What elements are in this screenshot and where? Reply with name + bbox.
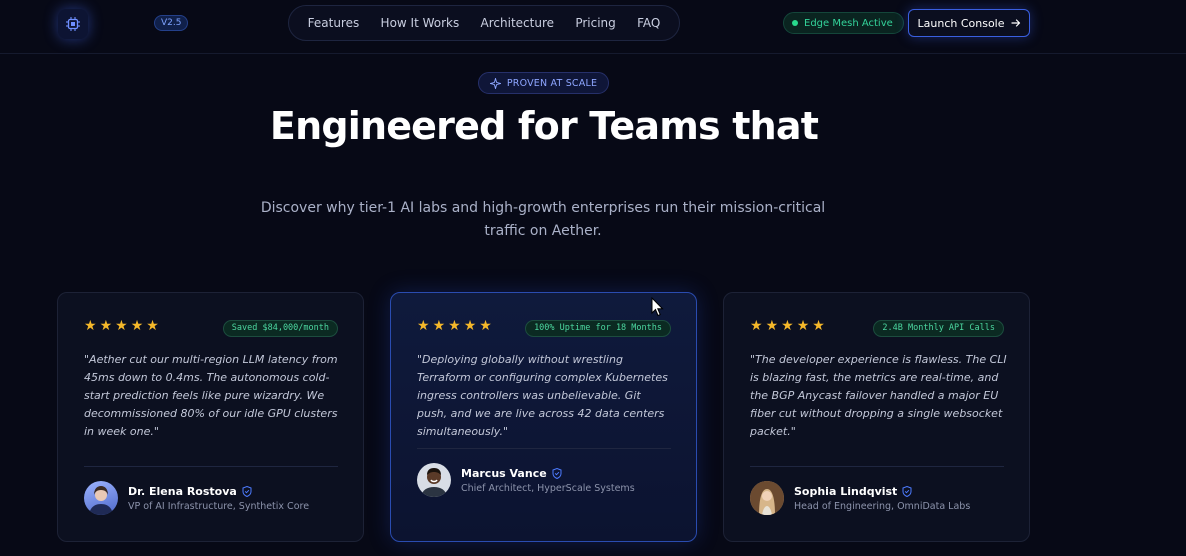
proven-at-scale-pill: PROVEN AT SCALE	[478, 72, 609, 94]
testimonial-card: ★ ★ ★ ★ ★ 2.4B Monthly API Calls "The de…	[723, 292, 1030, 542]
star-rating: ★ ★ ★ ★ ★	[750, 319, 825, 333]
author-role: Head of Engineering, OmniData Labs	[794, 500, 971, 512]
chip-logo-icon[interactable]	[58, 9, 88, 39]
testimonial-card: ★ ★ ★ ★ ★ Saved $84,000/month "Aether cu…	[57, 292, 364, 542]
edge-status-badge: Edge Mesh Active	[783, 12, 904, 34]
testimonial-card-featured: ★ ★ ★ ★ ★ 100% Uptime for 18 Months "Dep…	[390, 292, 697, 542]
author-name-row: Dr. Elena Rostova	[128, 485, 309, 498]
card-divider	[417, 448, 671, 449]
sparkle-icon	[489, 77, 501, 89]
author-name-row: Sophia Lindqvist	[794, 485, 970, 498]
author-role: VP of AI Infrastructure, Synthetix Core	[128, 500, 310, 512]
status-label: Edge Mesh Active	[804, 17, 893, 29]
star-icon: ★	[750, 318, 763, 334]
author-name: Sophia Lindqvist	[794, 484, 898, 498]
metric-badge: Saved $84,000/month	[222, 320, 338, 337]
star-icon: ★	[781, 318, 794, 334]
nav-link-pricing[interactable]: Pricing	[575, 16, 615, 30]
author-block: Marcus Vance Chief Architect, HyperScale…	[417, 463, 635, 497]
arrow-right-icon	[1010, 19, 1020, 27]
card-divider	[750, 466, 1004, 467]
star-icon: ★	[463, 318, 477, 334]
verified-icon	[902, 485, 912, 497]
star-rating: ★ ★ ★ ★ ★	[84, 319, 159, 333]
launch-console-button[interactable]: Launch Console	[908, 9, 1030, 37]
metric-badge: 2.4B Monthly API Calls	[873, 320, 1004, 337]
author-role: Chief Architect, HyperScale Systems	[461, 482, 635, 494]
testimonial-quote: "The developer experience is flawless. T…	[750, 353, 1007, 438]
nav-menu: Features How It Works Architecture Prici…	[288, 5, 680, 41]
nav-link-architecture[interactable]: Architecture	[481, 16, 554, 30]
top-nav: V2.5 Features How It Works Architecture …	[0, 0, 1186, 54]
author-block: Sophia Lindqvist Head of Engineering, Om…	[750, 481, 970, 515]
author-name: Marcus Vance	[461, 466, 547, 480]
star-rating: ★ ★ ★ ★ ★	[417, 319, 492, 333]
verified-icon	[552, 467, 562, 479]
card-divider	[84, 466, 338, 467]
pill-label: PROVEN AT SCALE	[506, 77, 598, 89]
star-icon: ★	[765, 318, 779, 334]
star-icon: ★	[99, 318, 113, 334]
verified-icon	[242, 485, 252, 497]
status-dot-icon	[792, 20, 798, 26]
version-badge: V2.5	[154, 15, 189, 31]
star-icon: ★	[432, 318, 446, 334]
star-icon: ★	[146, 318, 159, 334]
testimonial-quote: "Deploying globally without wrestling Te…	[417, 353, 668, 438]
mouse-pointer-icon	[651, 297, 664, 317]
star-icon: ★	[115, 318, 128, 334]
launch-console-label: Launch Console	[917, 16, 1005, 30]
star-icon: ★	[796, 318, 810, 334]
page-title: Engineered for Teams that	[269, 104, 819, 148]
nav-link-faq[interactable]: FAQ	[637, 16, 660, 30]
nav-link-how-it-works[interactable]: How It Works	[381, 16, 460, 30]
avatar	[750, 481, 784, 515]
star-icon: ★	[84, 318, 97, 334]
star-icon: ★	[417, 318, 430, 334]
page-subtitle: Discover why tier-1 AI labs and high-gro…	[260, 200, 826, 239]
avatar	[84, 481, 118, 515]
metric-badge: 100% Uptime for 18 Months	[525, 320, 671, 337]
testimonial-quote: "Aether cut our multi-region LLM latency…	[84, 353, 338, 438]
avatar	[417, 463, 451, 497]
author-block: Dr. Elena Rostova VP of AI Infrastructur…	[84, 481, 309, 515]
star-icon: ★	[812, 318, 825, 334]
nav-link-features[interactable]: Features	[308, 16, 360, 30]
star-icon: ★	[479, 318, 492, 334]
star-icon: ★	[130, 318, 144, 334]
author-name: Dr. Elena Rostova	[128, 484, 237, 498]
star-icon: ★	[448, 318, 461, 334]
author-name-row: Marcus Vance	[461, 467, 635, 480]
